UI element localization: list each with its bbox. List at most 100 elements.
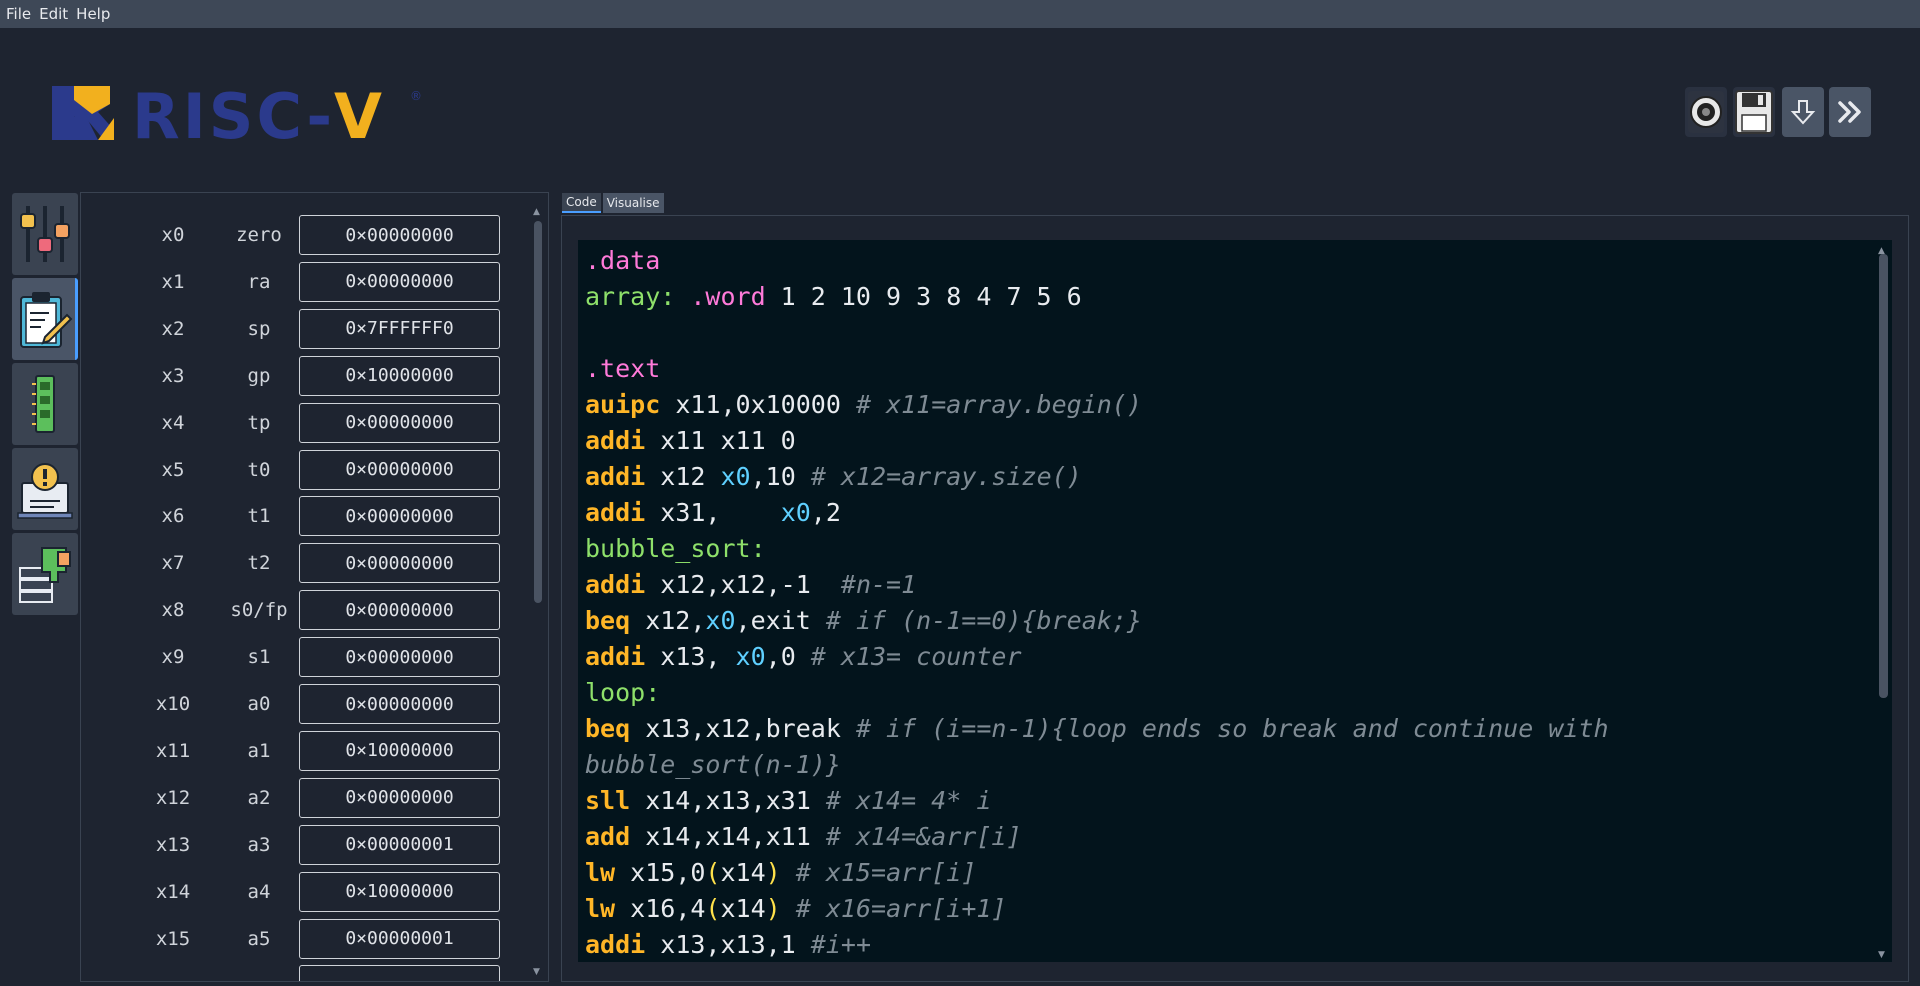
run-button[interactable] xyxy=(1829,87,1871,137)
register-value-field[interactable] xyxy=(299,965,500,981)
scrollbar-thumb[interactable] xyxy=(1879,254,1888,698)
save-button[interactable] xyxy=(1733,87,1775,137)
code-token: # x12=array.size() xyxy=(810,462,1082,491)
code-token: ,2 xyxy=(810,498,841,527)
code-token: sll xyxy=(585,786,631,815)
register-abi-name: tp xyxy=(247,411,271,434)
code-token: x14 xyxy=(720,894,766,923)
register-value-field[interactable]: 0×7FFFFFF0 xyxy=(299,308,500,349)
code-line: beq x13,x12,break # if (i==n-1){loop end… xyxy=(585,711,1609,747)
code-line: array: .word 1 2 10 9 3 8 4 7 5 6 xyxy=(585,279,1609,315)
register-value-field[interactable]: 0×00000000 xyxy=(299,543,500,584)
code-line: addi x31, x0,2 xyxy=(585,495,1609,531)
register-row: x13 a3 0×00000001 xyxy=(81,824,521,865)
panel-splitter[interactable] xyxy=(553,192,558,982)
register-value-field[interactable]: 0×00000000 xyxy=(299,637,500,678)
register-number: x5 xyxy=(161,458,185,481)
code-token: lw xyxy=(585,858,616,887)
code-line: add x14,x14,x11 # x14=&arr[i] xyxy=(585,819,1609,855)
register-value-field[interactable]: 0×00000000 xyxy=(299,215,500,255)
code-token: x11,0x10000 xyxy=(660,390,856,419)
register-value-field[interactable]: 0×10000000 xyxy=(299,871,500,912)
settings-button[interactable] xyxy=(1685,87,1727,137)
register-row: x3 gp 0×10000000 xyxy=(81,355,521,396)
code-line: lw x16,4(x14) # x16=arr[i+1] xyxy=(585,891,1609,927)
nav-tools[interactable] xyxy=(12,533,78,615)
code-line: beq x12,x0,exit # if (n-1==0){break;} xyxy=(585,603,1609,639)
code-editor[interactable]: .data array: .word 1 2 10 9 3 8 4 7 5 6 .… xyxy=(578,240,1892,962)
code-token: #n-=1 xyxy=(840,570,917,599)
register-abi-name: t1 xyxy=(247,505,271,528)
register-number: x8 xyxy=(161,599,185,622)
menu-file[interactable]: File xyxy=(6,5,31,23)
register-number: x3 xyxy=(161,364,185,387)
scroll-down-icon[interactable]: ▼ xyxy=(533,967,540,977)
sliders-icon xyxy=(20,206,70,262)
register-number: x10 xyxy=(155,693,191,715)
register-abi-name: ra xyxy=(247,270,271,293)
nav-memory[interactable] xyxy=(12,363,78,445)
double-chevron-right-icon xyxy=(1838,101,1861,123)
register-value-field[interactable]: 0×00000001 xyxy=(299,824,500,865)
scrollbar-thumb[interactable] xyxy=(534,221,542,603)
register-row: x10 a0 0×00000000 xyxy=(81,684,521,724)
step-button[interactable] xyxy=(1782,87,1824,137)
register-row: x7 t2 0×00000000 xyxy=(81,543,521,584)
code-token: x13,x13,1 xyxy=(645,930,811,959)
register-value-field[interactable]: 0×00000001 xyxy=(299,918,500,959)
code-token: x31, xyxy=(645,498,781,527)
risc-v-logo: RISC- V ® xyxy=(52,80,422,148)
code-line: addi x13, x0,0 # x13= counter xyxy=(585,639,1609,675)
info-laptop-icon xyxy=(17,463,73,519)
code-token: array: xyxy=(585,282,691,311)
register-row: x15 a5 0×00000001 xyxy=(81,918,521,959)
menu-edit[interactable]: Edit xyxy=(39,5,68,23)
register-value-field[interactable]: 0×10000000 xyxy=(299,730,500,771)
code-token: add xyxy=(585,822,631,851)
register-panel: x0 zero 0×00000000 x1 ra 0×00000000 x2 sp 0×7FFF… xyxy=(80,192,549,982)
code-token: ) xyxy=(765,894,781,923)
code-line: .text xyxy=(585,351,1609,387)
code-token: # x13= counter xyxy=(810,642,1022,671)
menu-bar: File Edit Help xyxy=(0,0,1920,28)
code-token: lw xyxy=(585,894,616,923)
code-token: bubble_sort: xyxy=(585,534,766,563)
code-token: ,0 xyxy=(765,642,811,671)
svg-text:RISC-: RISC- xyxy=(132,80,335,148)
code-token: .data xyxy=(585,246,661,275)
register-value-field[interactable]: 0×00000000 xyxy=(299,261,500,302)
gear-icon xyxy=(1688,91,1724,133)
side-nav xyxy=(12,193,78,618)
tab-visualise[interactable]: Visualise xyxy=(602,193,664,213)
tab-code[interactable]: Code xyxy=(562,193,601,213)
code-line: loop: xyxy=(585,675,1609,711)
register-value-field[interactable]: 0×00000000 xyxy=(299,777,500,818)
code-text[interactable]: .data array: .word 1 2 10 9 3 8 4 7 5 6 .… xyxy=(585,243,1609,962)
register-value-field[interactable]: 0×00000000 xyxy=(299,496,500,537)
register-value-field[interactable]: 0×00000000 xyxy=(299,590,500,631)
register-value-field[interactable]: 0×00000000 xyxy=(299,402,500,443)
nav-info[interactable] xyxy=(12,448,78,530)
code-token: x15,0 xyxy=(615,858,706,887)
code-token: beq xyxy=(585,606,631,635)
register-number: x12 xyxy=(155,786,191,809)
nav-registers[interactable] xyxy=(12,193,78,275)
floppy-disk-icon xyxy=(1735,90,1773,134)
editor-scrollbar[interactable]: ▲ ▼ xyxy=(1877,246,1889,960)
register-abi-name: s0/fp xyxy=(230,599,288,622)
code-token: x0 xyxy=(780,498,811,527)
register-value-field[interactable]: 0×00000000 xyxy=(299,684,500,724)
menu-help[interactable]: Help xyxy=(76,5,110,23)
register-scrollbar[interactable]: ▲ ▼ xyxy=(532,207,544,977)
scroll-down-icon[interactable]: ▼ xyxy=(1878,950,1885,960)
scroll-up-icon[interactable]: ▲ xyxy=(533,207,540,217)
code-token: # x16=arr[i+1] xyxy=(795,894,1007,923)
nav-editor[interactable] xyxy=(12,278,78,360)
register-value-field[interactable]: 0×00000000 xyxy=(299,449,500,490)
register-number: x4 xyxy=(161,411,185,434)
code-token: ,exit xyxy=(735,606,826,635)
register-value-field[interactable]: 0×10000000 xyxy=(299,355,500,396)
register-number: x15 xyxy=(155,927,191,950)
code-token: beq xyxy=(585,714,631,743)
